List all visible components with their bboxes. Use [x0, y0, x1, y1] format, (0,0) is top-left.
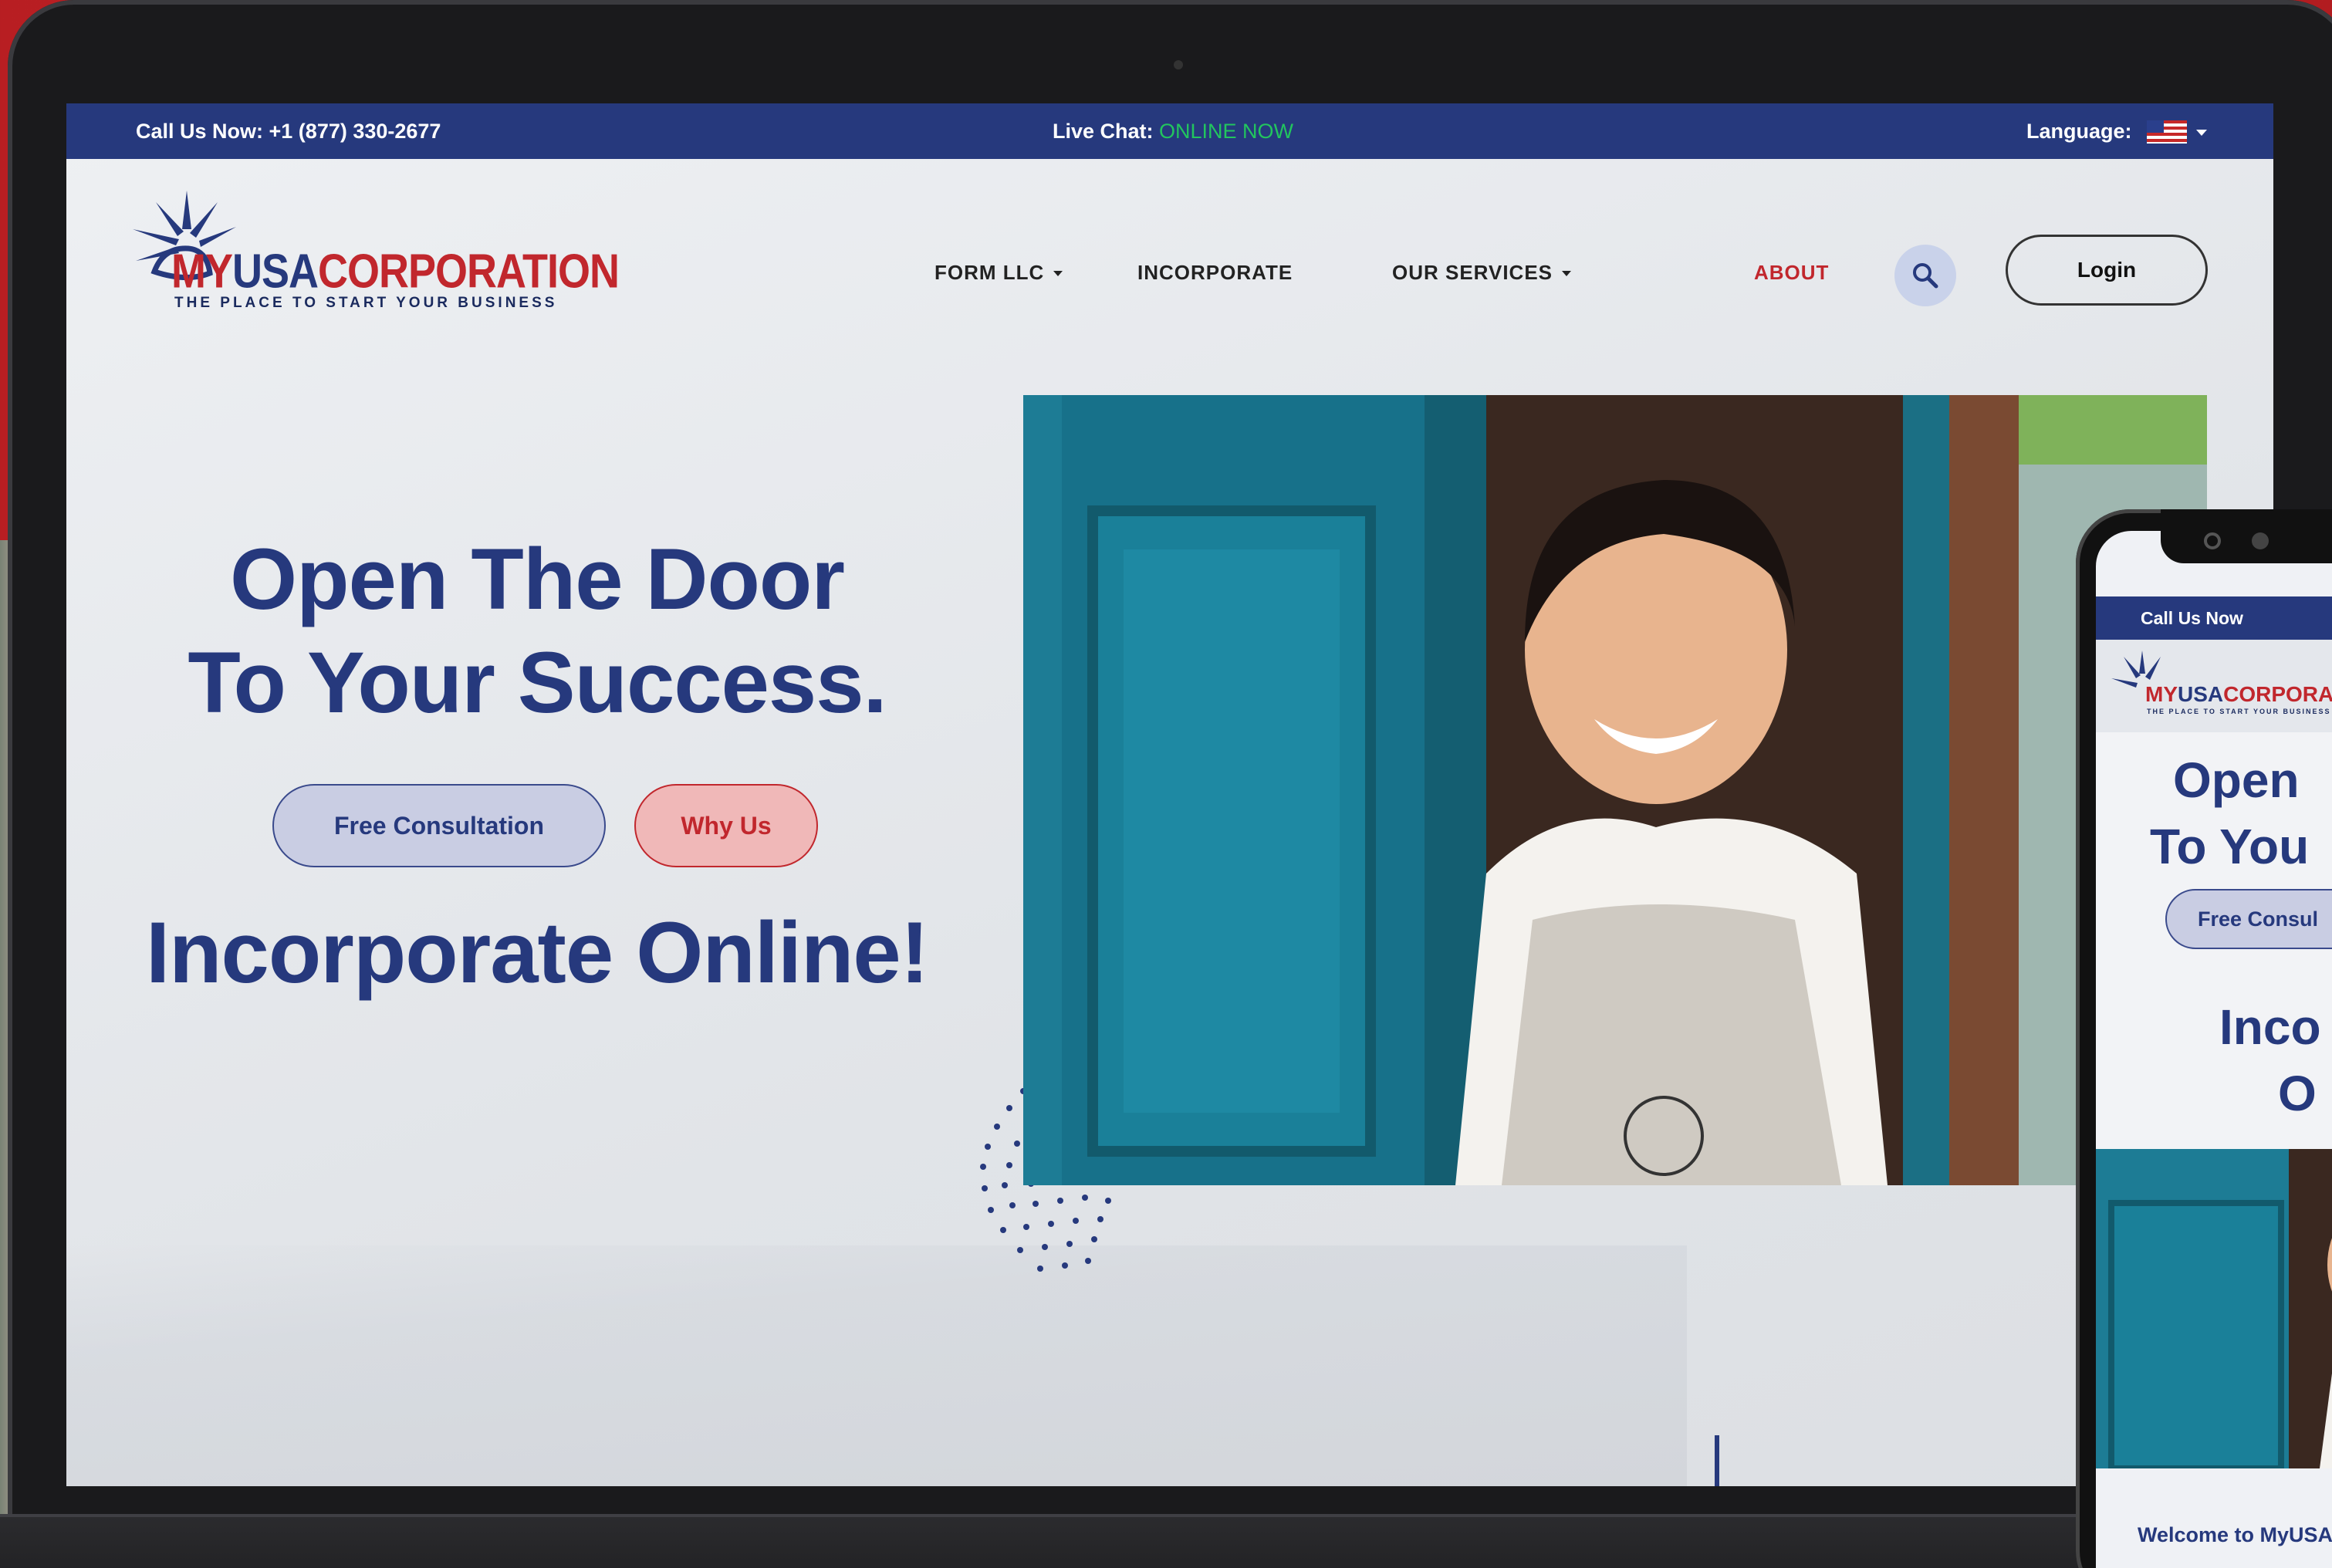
live-chat-status: ONLINE NOW — [1159, 120, 1294, 143]
nav-our-services[interactable]: OUR SERVICES — [1392, 261, 1572, 285]
phone-brand-usa: USA — [2178, 682, 2223, 706]
free-consultation-button[interactable]: Free Consultation — [272, 784, 606, 867]
live-chat-link[interactable]: Live Chat: ONLINE NOW — [1053, 120, 1293, 144]
hero-title: Open The Door To Your Success. — [136, 528, 938, 735]
hero-title-line-1: Open The Door — [230, 531, 845, 627]
phone-hero-subtitle: Inco O — [2219, 994, 2332, 1127]
live-chat-label: Live Chat: — [1053, 120, 1160, 143]
nav-form-llc-label: FORM LLC — [934, 261, 1045, 284]
phone-brand-my: MY — [2145, 682, 2178, 706]
search-button[interactable] — [1894, 245, 1956, 306]
phone-logo[interactable]: MYUSACORPORATION THE PLACE TO START YOUR… — [2096, 640, 2332, 732]
hero-photo — [1023, 395, 2207, 1185]
us-flag-icon[interactable] — [2147, 120, 2187, 144]
phone-call-link[interactable]: Call Us Now — [2141, 608, 2243, 629]
login-button[interactable]: Login — [2006, 235, 2208, 306]
phone-top-bar: Call Us Now — [2096, 596, 2332, 640]
woman-at-door-image — [1023, 395, 2207, 1185]
phone-free-consultation-button[interactable]: Free Consul — [2165, 889, 2332, 949]
phone-camera-icon — [2204, 532, 2221, 549]
phone-hero-subtitle-line-2: O — [2278, 1066, 2317, 1121]
call-us-link[interactable]: Call Us Now: +1 (877) 330-2677 — [136, 120, 441, 144]
brand-tagline: THE PLACE TO START YOUR BUSINESS — [174, 295, 558, 311]
laptop-screen: Call Us Now: +1 (877) 330-2677 Live Chat… — [66, 103, 2273, 1486]
phone-brand-corporation: CORPORATION — [2223, 682, 2332, 706]
scroll-indicator — [1715, 1435, 1719, 1486]
phone-welcome-text: Welcome to MyUSA — [2138, 1523, 2332, 1546]
nav-our-services-label: OUR SERVICES — [1392, 261, 1553, 284]
phone-mockup: Call Us Now MYUSACORPORATION THE PLACE T… — [2076, 509, 2332, 1568]
top-info-bar: Call Us Now: +1 (877) 330-2677 Live Chat… — [66, 103, 2273, 159]
phone-hero-subtitle-line-1: Inco — [2219, 999, 2321, 1055]
brand-wordmark: MYUSACORPORATION — [171, 244, 620, 299]
phone-hero-title-line-1: Open — [2173, 752, 2300, 808]
phone-notch — [2161, 509, 2332, 563]
chevron-down-icon — [1053, 271, 1063, 276]
nav-form-llc[interactable]: FORM LLC — [934, 261, 1063, 285]
phone-hero-photo — [2096, 1149, 2332, 1468]
phone-screen: Call Us Now MYUSACORPORATION THE PLACE T… — [2096, 531, 2332, 1568]
nav-incorporate[interactable]: INCORPORATE — [1137, 261, 1293, 285]
phone-hero-title: Open To You — [2150, 747, 2332, 880]
hero-bottom-shade — [66, 1245, 1687, 1486]
hero-subtitle: Incorporate Online! — [146, 904, 929, 1001]
phone-hero-title-line-2: To You — [2150, 819, 2310, 874]
laptop-camera — [1174, 60, 1183, 69]
search-icon — [1913, 263, 1938, 289]
brand-corporation: CORPORATION — [318, 245, 620, 299]
phone-brand-tagline: THE PLACE TO START YOUR BUSINESS — [2147, 708, 2331, 715]
site-logo[interactable]: MYUSACORPORATION THE PLACE TO START YOUR… — [133, 187, 620, 318]
phone-header: MYUSACORPORATION THE PLACE TO START YOUR… — [2096, 640, 2332, 732]
hero-title-line-2: To Your Success. — [188, 634, 887, 731]
language-label: Language: — [2026, 120, 2132, 143]
laptop-base — [0, 1514, 2084, 1568]
brand-usa: USA — [232, 245, 319, 299]
language-dropdown-caret-icon[interactable] — [2196, 130, 2207, 136]
phone-sensor-icon — [2252, 532, 2269, 549]
why-us-button[interactable]: Why Us — [634, 784, 818, 867]
svg-text:MYUSACORPORATION: MYUSACORPORATION — [2145, 682, 2332, 706]
nav-about[interactable]: ABOUT — [1754, 261, 1829, 285]
brand-my: MY — [171, 245, 233, 299]
phone-door-image — [2096, 1149, 2332, 1468]
chevron-down-icon — [1562, 271, 1572, 276]
